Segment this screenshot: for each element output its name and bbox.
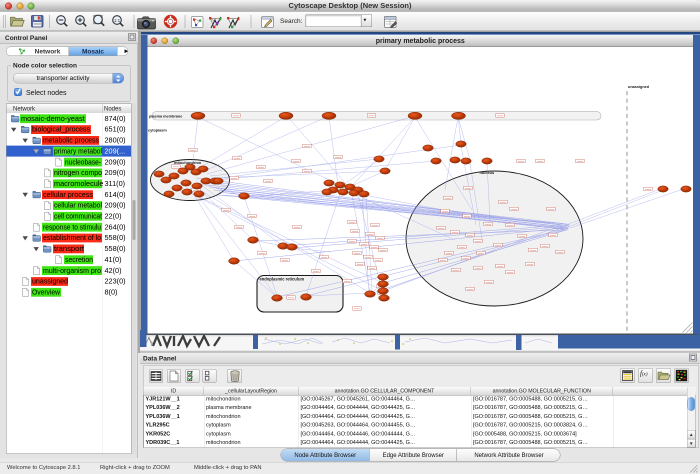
svg-text:mitochondrion: mitochondrion — [174, 160, 202, 165]
svg-text:cellular process: cellular process — [43, 190, 93, 199]
svg-text:41(0): 41(0) — [105, 255, 122, 264]
svg-text:558(0): 558(0) — [105, 233, 126, 242]
svg-text:macromolecule: macromolecule — [54, 179, 103, 188]
svg-text:cytoplasm: cytoplasm — [148, 129, 167, 133]
svg-text:651(0): 651(0) — [105, 125, 126, 134]
svg-text:metabolic process: metabolic process — [43, 136, 99, 145]
svg-text:614(0): 614(0) — [105, 190, 126, 199]
svg-text:unassigned: unassigned — [32, 277, 68, 286]
svg-text:223(0): 223(0) — [105, 277, 126, 286]
svg-text:209(0): 209(0) — [105, 168, 126, 177]
svg-text:nucleobase-: nucleobase- — [65, 157, 102, 166]
svg-text:unassigned: unassigned — [628, 85, 650, 89]
svg-text:response to stimulu: response to stimulu — [43, 222, 101, 231]
svg-text:874(0): 874(0) — [105, 114, 126, 123]
svg-text:establishment of lo: establishment of lo — [43, 233, 101, 242]
svg-text:cell communicat: cell communicat — [54, 212, 102, 221]
svg-text:multi-organism pro: multi-organism pro — [43, 266, 101, 275]
svg-text:8(0): 8(0) — [105, 288, 118, 297]
svg-text:nitrogen compo: nitrogen compo — [54, 168, 102, 177]
svg-text:22(0): 22(0) — [105, 212, 122, 221]
svg-text:nucleus: nucleus — [480, 170, 495, 175]
svg-text:Overview: Overview — [32, 288, 61, 297]
svg-text:primary metabol: primary metabol — [54, 146, 102, 155]
svg-text:311(0): 311(0) — [105, 179, 126, 188]
svg-text:264(0): 264(0) — [105, 222, 126, 231]
svg-text:endoplasmic reticulum: endoplasmic reticulum — [260, 277, 305, 282]
svg-text:secretion: secretion — [65, 255, 93, 264]
svg-text:biological_process: biological_process — [32, 125, 90, 134]
svg-text:mosaic-demo-yeast: mosaic-demo-yeast — [21, 114, 85, 123]
svg-text:transport: transport — [54, 244, 84, 253]
svg-text:cellular metabol: cellular metabol — [54, 201, 102, 210]
svg-text:42(0): 42(0) — [105, 266, 122, 275]
svg-text:1:1: 1:1 — [114, 18, 121, 23]
svg-text:209(0): 209(0) — [105, 201, 126, 210]
svg-text:209(0): 209(0) — [105, 157, 126, 166]
svg-text:209(...: 209(... — [105, 146, 126, 155]
svg-text:280(0): 280(0) — [105, 136, 126, 145]
svg-text:plasma membrane: plasma membrane — [149, 114, 182, 118]
svg-text:558(0): 558(0) — [105, 244, 126, 253]
